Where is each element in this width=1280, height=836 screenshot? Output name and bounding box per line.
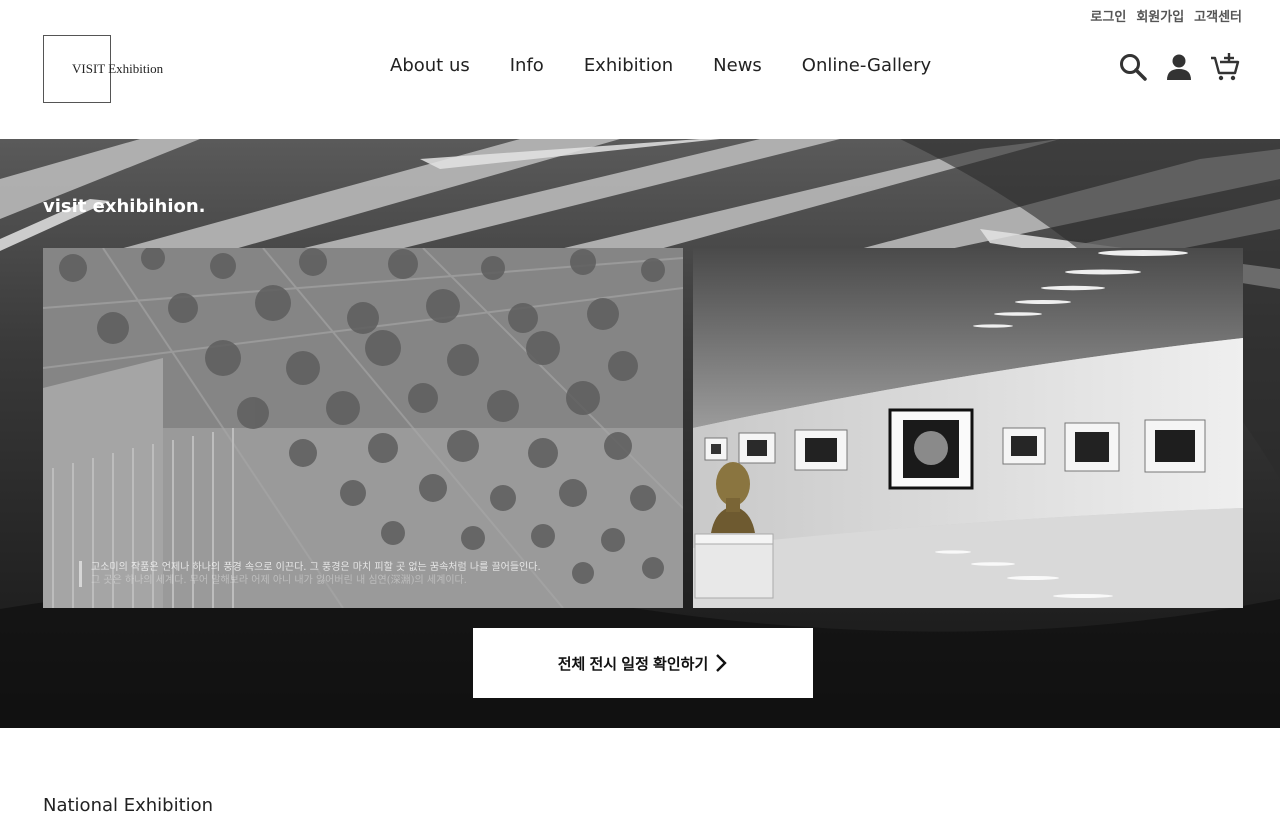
hanging-sculpture-image [43, 248, 683, 608]
hero-heading: visit exhibihion. [43, 196, 206, 217]
main-nav: About us Info Exhibition News Online-Gal… [390, 55, 931, 76]
logo-text: VISIT Exhibition [72, 61, 164, 76]
signup-link[interactable]: 회원가입 [1136, 6, 1184, 25]
gallery-hall-image [693, 248, 1243, 608]
hero-section: visit exhibihion. 고소미의 작품은 언제나 하나의 풍경 속으… [0, 139, 1280, 728]
header-icons [1118, 52, 1240, 82]
utility-links: 로그인 회원가입 고객센터 [1090, 6, 1242, 25]
nav-online-gallery[interactable]: Online-Gallery [802, 55, 931, 76]
user-icon[interactable] [1164, 52, 1194, 82]
cta-label: 전체 전시 일정 확인하기 [557, 655, 709, 673]
caption-line-2: 그 곳은 하나의 세계다. 무어 말해보라 어제 아니 내가 잃어버린 내 심연… [91, 575, 467, 586]
nav-info[interactable]: Info [510, 55, 544, 76]
exhibition-card-left[interactable]: 고소미의 작품은 언제나 하나의 풍경 속으로 이끈다. 그 풍경은 마치 피할… [43, 248, 683, 608]
panel-caption: 고소미의 작품은 언제나 하나의 풍경 속으로 이끈다. 그 풍경은 마치 피할… [79, 561, 541, 587]
nav-about-us[interactable]: About us [390, 55, 470, 76]
search-icon[interactable] [1118, 52, 1148, 82]
exhibition-card-right[interactable] [693, 248, 1243, 608]
nav-exhibition[interactable]: Exhibition [584, 55, 673, 76]
cart-icon[interactable] [1210, 52, 1240, 82]
site-logo[interactable]: VISIT Exhibition [43, 35, 173, 103]
view-all-schedule-button[interactable]: 전체 전시 일정 확인하기 [473, 628, 813, 698]
customer-center-link[interactable]: 고객센터 [1194, 6, 1242, 25]
caption-line-1: 고소미의 작품은 언제나 하나의 풍경 속으로 이끈다. 그 풍경은 마치 피할… [91, 562, 541, 573]
login-link[interactable]: 로그인 [1090, 6, 1126, 25]
nav-news[interactable]: News [713, 55, 762, 76]
section-title: National Exhibition [43, 795, 214, 816]
chevron-right-icon [716, 654, 727, 672]
